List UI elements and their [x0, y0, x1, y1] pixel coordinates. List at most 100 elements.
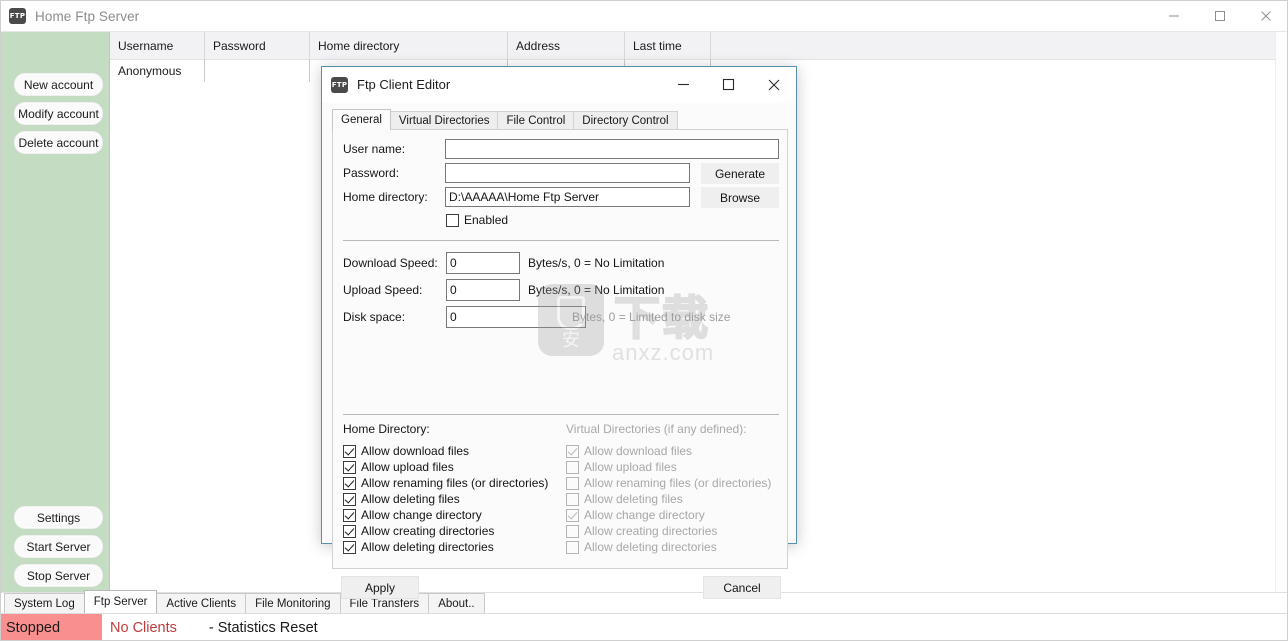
checkbox-label: Allow renaming files (or directories)	[361, 476, 549, 490]
permission-row-virtperms-4: Allow change directory	[566, 507, 705, 523]
tab-file-monitoring[interactable]: File Monitoring	[245, 593, 341, 613]
checkbox-allow-creating-directories	[566, 524, 579, 538]
checkbox-label: Allow change directory	[584, 508, 705, 522]
checkbox-label: Allow download files	[361, 444, 470, 458]
limit-label-2: Disk space:	[343, 310, 406, 324]
permission-row-homeperms-6[interactable]: Allow deleting directories	[343, 539, 494, 555]
limit-hint-2: Bytes, 0 = Limited to disk size	[572, 310, 731, 324]
status-badge: Stopped	[1, 614, 102, 640]
permission-row-virtperms-1: Allow upload files	[566, 459, 677, 475]
checkbox-allow-change-directory	[566, 508, 579, 522]
sidebar-button-start-server[interactable]: Start Server	[14, 535, 103, 558]
checkbox-label: Allow upload files	[584, 460, 677, 474]
cell-username: Anonymous	[110, 60, 205, 82]
dialog-tab-file-control[interactable]: File Control	[497, 111, 575, 130]
permission-row-virtperms-6: Allow deleting directories	[566, 539, 717, 555]
checkbox-label: Allow deleting directories	[584, 540, 717, 554]
main-list-scrollbar[interactable]	[1275, 32, 1287, 592]
limit-input-1[interactable]: 0	[446, 279, 520, 301]
checkbox-allow-deleting-directories[interactable]	[343, 540, 356, 554]
status-clients: No Clients	[110, 619, 177, 636]
permission-row-homeperms-0[interactable]: Allow download files	[343, 443, 469, 459]
limit-input-2[interactable]: 0	[446, 306, 586, 328]
enabled-checkbox-row[interactable]: Enabled	[446, 212, 508, 228]
status-statistics: - Statistics Reset	[208, 619, 318, 636]
enabled-checkbox[interactable]	[446, 213, 459, 227]
permission-row-homeperms-4[interactable]: Allow change directory	[343, 507, 482, 523]
column-header-username[interactable]: Username	[110, 32, 205, 60]
browse-button[interactable]: Browse	[701, 187, 779, 208]
permission-row-homeperms-5[interactable]: Allow creating directories	[343, 523, 494, 539]
generate-button[interactable]: Generate	[701, 163, 779, 184]
permission-row-virtperms-5: Allow creating directories	[566, 523, 717, 539]
tab-ftp-server[interactable]: Ftp Server	[83, 590, 158, 613]
sidebar-button-delete-account[interactable]: Delete account	[14, 131, 103, 154]
checkbox-allow-deleting-files	[566, 492, 579, 506]
minimize-icon[interactable]	[1151, 1, 1197, 32]
limit-hint-1: Bytes/s, 0 = No Limitation	[528, 283, 665, 297]
dialog-tab-virtual-directories[interactable]: Virtual Directories	[389, 111, 499, 130]
sidebar-button-modify-account[interactable]: Modify account	[14, 102, 103, 125]
column-header-home-directory[interactable]: Home directory	[310, 32, 508, 60]
user-name-row: User name:	[343, 142, 443, 156]
ftp-client-editor-dialog: FTP Ftp Client Editor General Virtual Dir…	[321, 66, 797, 599]
column-header-address[interactable]: Address	[508, 32, 625, 60]
divider-bottom	[343, 414, 779, 415]
home-directory-input[interactable]: D:\AAAAA\Home Ftp Server	[445, 187, 690, 207]
checkbox-allow-download-files[interactable]	[343, 444, 356, 458]
checkbox-allow-deleting-files[interactable]	[343, 492, 356, 506]
checkbox-allow-renaming-files-or-directories	[566, 476, 579, 490]
checkbox-allow-renaming-files-or-directories[interactable]	[343, 476, 356, 490]
checkbox-allow-change-directory[interactable]	[343, 508, 356, 522]
checkbox-allow-upload-files[interactable]	[343, 460, 356, 474]
tab-system-log[interactable]: System Log	[4, 593, 85, 613]
dialog-tab-general[interactable]: General	[332, 109, 391, 130]
ftp-app-icon: FTP	[9, 8, 26, 24]
permission-row-homeperms-2[interactable]: Allow renaming files (or directories)	[343, 475, 548, 491]
cancel-button[interactable]: Cancel	[703, 576, 781, 599]
password-label: Password:	[343, 166, 400, 180]
password-input[interactable]	[445, 163, 690, 183]
sidebar-button-stop-server[interactable]: Stop Server	[14, 564, 103, 587]
application-window: FTP Home Ftp Server Username Password Home…	[0, 0, 1288, 641]
close-icon[interactable]	[1243, 1, 1287, 32]
column-header-blank[interactable]	[711, 32, 1287, 60]
home-directory-label: Home directory:	[343, 190, 428, 204]
virtual-permissions-label: Virtual Directories (if any defined):	[566, 422, 747, 436]
sidebar-button-new-account[interactable]: New account	[14, 73, 103, 96]
permission-row-homeperms-3[interactable]: Allow deleting files	[343, 491, 460, 507]
checkbox-allow-download-files	[566, 444, 579, 458]
ftp-dialog-icon: FTP	[331, 76, 348, 93]
password-row: Password:	[343, 166, 443, 180]
tab-active-clients[interactable]: Active Clients	[156, 593, 247, 613]
dialog-tab-directory-control[interactable]: Directory Control	[573, 111, 678, 130]
checkbox-allow-creating-directories[interactable]	[343, 524, 356, 538]
user-name-label: User name:	[343, 142, 406, 156]
limit-label-0: Download Speed:	[343, 256, 438, 270]
dialog-minimize-icon[interactable]	[661, 67, 706, 102]
column-header-last-time[interactable]: Last time	[625, 32, 711, 60]
dialog-window-controls	[661, 67, 796, 102]
dialog-maximize-icon[interactable]	[706, 67, 751, 102]
column-header-password[interactable]: Password	[205, 32, 310, 60]
checkbox-label: Allow deleting files	[584, 492, 683, 506]
apply-button[interactable]: Apply	[341, 576, 419, 599]
bottom-tab-strip: System Log Ftp Server Active Clients File M…	[1, 590, 1287, 613]
user-name-input[interactable]	[445, 139, 779, 159]
permission-row-virtperms-2: Allow renaming files (or directories)	[566, 475, 771, 491]
checkbox-label: Allow creating directories	[361, 524, 495, 538]
checkbox-label: Allow upload files	[361, 460, 454, 474]
checkbox-allow-deleting-directories	[566, 540, 579, 554]
cell-blank	[711, 60, 1287, 82]
maximize-icon[interactable]	[1197, 1, 1243, 32]
home-permissions-label: Home Directory:	[343, 422, 430, 436]
sidebar-button-settings[interactable]: Settings	[14, 506, 103, 529]
permission-row-virtperms-0: Allow download files	[566, 443, 692, 459]
divider-top	[343, 240, 779, 241]
limit-input-0[interactable]: 0	[446, 252, 520, 274]
limit-hint-0: Bytes/s, 0 = No Limitation	[528, 256, 665, 270]
tab-about[interactable]: About..	[428, 593, 485, 613]
dialog-close-icon[interactable]	[751, 67, 796, 102]
permission-row-homeperms-1[interactable]: Allow upload files	[343, 459, 454, 475]
checkbox-label: Allow deleting directories	[361, 540, 494, 554]
